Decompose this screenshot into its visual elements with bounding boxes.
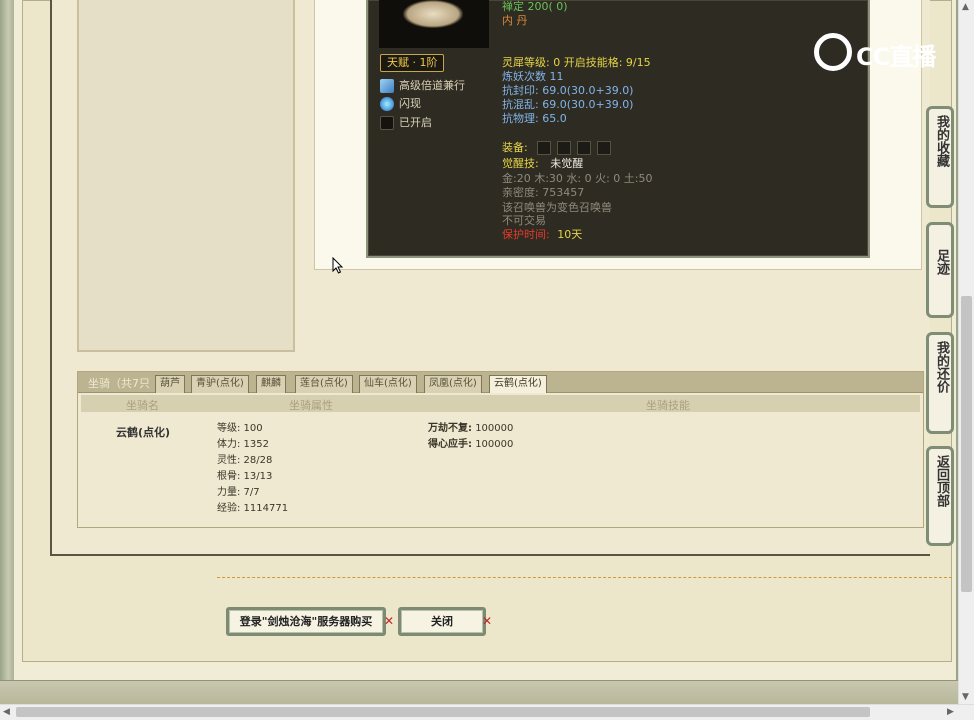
pet-zen-line: 禅定 200( 0) xyxy=(502,0,568,13)
tab-mount-6[interactable]: 凤凰(点化) xyxy=(424,375,482,393)
mount-skill-name: 得心应手: xyxy=(428,439,472,450)
equip-slot[interactable] xyxy=(597,141,612,155)
pet-skill-label: 闪现 xyxy=(399,97,421,110)
tab-mount-4[interactable]: 莲台(点化) xyxy=(295,375,353,393)
pet-skill-row[interactable]: 已开启 xyxy=(380,115,432,131)
scroll-left-arrow-icon[interactable]: ◀ xyxy=(3,707,10,717)
protect-time-row: 保护时间: 10天 xyxy=(502,228,582,242)
mount-name: 云鹤(点化) xyxy=(116,426,171,439)
side-button-label: 返回顶部 xyxy=(934,455,949,507)
left-frame-border xyxy=(0,0,14,690)
pet-core-line: 内 丹 xyxy=(502,14,528,27)
header-mount-name: 坐骑名 xyxy=(126,399,159,412)
scroll-up-arrow-icon[interactable]: ▲ xyxy=(962,2,969,12)
close-x-icon: ✕ xyxy=(384,614,395,628)
vertical-scroll-thumb[interactable] xyxy=(961,296,972,592)
resist-seal: 抗封印: 69.0(30.0+39.0) xyxy=(502,84,634,97)
mount-stat: 体力: 1352 xyxy=(217,439,269,450)
pet-skill-row[interactable]: 闪现 xyxy=(380,96,421,112)
protect-time-value: 10天 xyxy=(557,228,583,241)
flash-icon xyxy=(380,97,394,111)
footprints-button[interactable]: 足迹 xyxy=(926,222,954,318)
equip-slot[interactable] xyxy=(557,141,572,155)
protect-time-label: 保护时间: xyxy=(502,228,550,241)
pet-image xyxy=(403,0,463,28)
tab-mount-1[interactable]: 葫芦 xyxy=(155,375,185,393)
my-favorites-button[interactable]: 我的收藏 xyxy=(926,106,954,208)
horizontal-scroll-thumb[interactable] xyxy=(16,707,870,717)
resist-physical: 抗物理: 65.0 xyxy=(502,112,567,125)
side-button-label: 我的收藏 xyxy=(934,115,949,167)
demon-count: 炼妖次数 11 xyxy=(502,70,564,83)
close-button[interactable]: 关闭 xyxy=(398,607,486,636)
scroll-down-arrow-icon[interactable]: ▼ xyxy=(962,692,969,702)
mount-skill-value: 100000 xyxy=(475,423,514,434)
my-bargain-button[interactable]: 我的还价 xyxy=(926,332,954,434)
logo-circle-icon xyxy=(814,33,852,71)
color-change-note: 该召唤兽为变色召唤兽 xyxy=(502,201,612,214)
tab-mount-2[interactable]: 青驴(点化) xyxy=(191,375,249,393)
talent-badge: 天赋 · 1阶 xyxy=(380,54,444,72)
bottom-frame-border xyxy=(0,680,958,704)
boots-icon xyxy=(380,79,394,93)
mount-stat: 经验: 1114771 xyxy=(217,503,289,514)
pet-skill-row[interactable]: 高级倍道兼行 xyxy=(380,78,465,94)
mount-skill-name: 万劫不复: xyxy=(428,423,472,434)
resist-chaos: 抗混乱: 69.0(30.0+39.0) xyxy=(502,98,634,111)
login-buy-button[interactable]: 登录"剑烛沧海"服务器购买 xyxy=(226,607,386,636)
element-values: 金:20 木:30 水: 0 火: 0 土:50 xyxy=(502,172,653,185)
equip-row: 装备: xyxy=(502,141,612,155)
tab-mount-3[interactable]: 麒麟 xyxy=(256,375,286,393)
pet-skill-label: 高级倍道兼行 xyxy=(399,79,465,92)
mount-stat: 力量: 7/7 xyxy=(217,487,260,498)
mount-tab-bar: 坐骑（共7只 葫芦 青驴(点化) 麒麟 莲台(点化) 仙车(点化) 凤凰(点化)… xyxy=(78,372,923,393)
back-to-top-button[interactable]: 返回顶部 xyxy=(926,446,954,546)
logo-text: CC直播 xyxy=(856,43,936,71)
mount-stat: 等级: 100 xyxy=(217,423,263,434)
cc-live-logo: CC直播 xyxy=(814,33,942,71)
equip-label: 装备: xyxy=(502,141,528,154)
left-column xyxy=(77,0,295,352)
dashed-divider xyxy=(217,577,952,578)
scroll-right-arrow-icon[interactable]: ▶ xyxy=(947,707,954,717)
header-mount-skills: 坐骑技能 xyxy=(646,399,690,412)
locked-slot-icon xyxy=(380,116,394,130)
mount-stat: 根骨: 13/13 xyxy=(217,471,273,482)
spirit-level: 灵犀等级: 0 开启技能格: 9/15 xyxy=(502,56,651,69)
mount-skill: 万劫不复: 100000 xyxy=(428,423,513,435)
side-button-label: 足迹 xyxy=(934,249,949,275)
mouse-cursor-icon xyxy=(332,257,344,274)
equip-slot[interactable] xyxy=(577,141,592,155)
awaken-row: 觉醒技: 未觉醒 xyxy=(502,157,583,171)
mount-table-header: 坐骑名 坐骑属性 坐骑技能 xyxy=(81,395,920,412)
trade-note: 不可交易 xyxy=(502,214,546,227)
awaken-value: 未觉醒 xyxy=(550,157,584,170)
awaken-label: 觉醒技: xyxy=(502,157,539,170)
mount-skill-value: 100000 xyxy=(475,439,514,450)
mount-skill: 得心应手: 100000 xyxy=(428,439,513,451)
close-x-icon: ✕ xyxy=(482,614,493,628)
intimacy: 亲密度: 753457 xyxy=(502,186,585,199)
header-mount-attributes: 坐骑属性 xyxy=(289,399,333,412)
pet-portrait xyxy=(379,0,489,48)
pet-skill-label: 已开启 xyxy=(399,116,432,129)
mount-stat: 灵性: 28/28 xyxy=(217,455,273,466)
equip-slot[interactable] xyxy=(537,141,552,155)
mount-panel: 坐骑（共7只 葫芦 青驴(点化) 麒麟 莲台(点化) 仙车(点化) 凤凰(点化)… xyxy=(77,371,924,528)
tab-mount-5[interactable]: 仙车(点化) xyxy=(359,375,417,393)
mount-section-title: 坐骑（共7只 xyxy=(88,377,150,390)
side-button-label: 我的还价 xyxy=(934,341,949,393)
tab-mount-7[interactable]: 云鹤(点化) xyxy=(489,375,547,393)
